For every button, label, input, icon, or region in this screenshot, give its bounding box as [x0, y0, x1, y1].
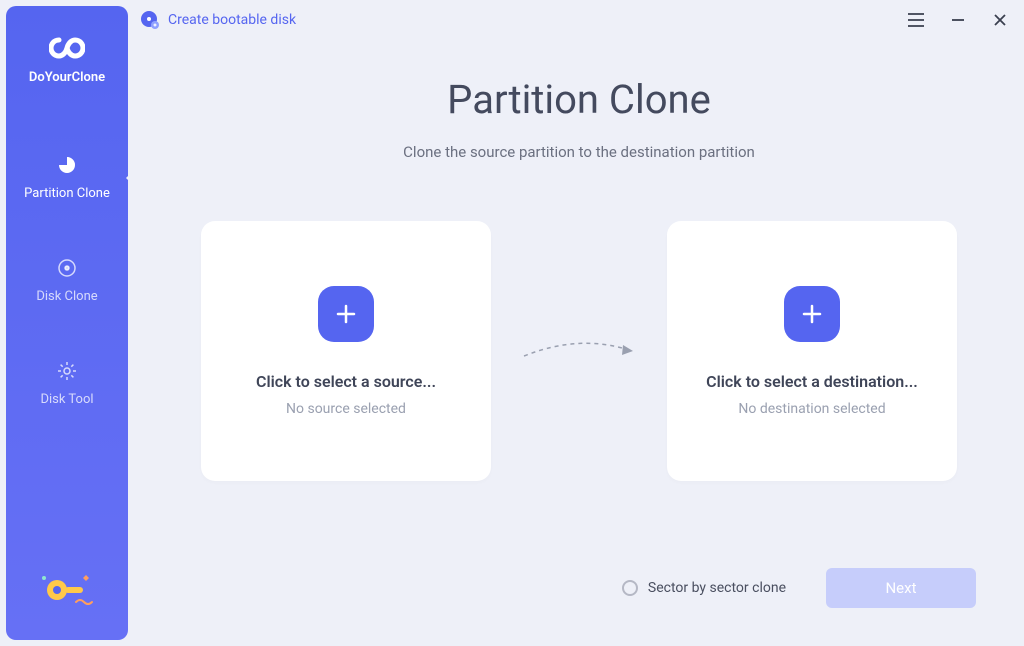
topbar: Create bootable disk [134, 0, 1024, 40]
plus-icon [784, 286, 840, 342]
source-card[interactable]: Click to select a source... No source se… [201, 221, 491, 481]
plus-icon [318, 286, 374, 342]
sidebar-item-label: Disk Clone [36, 289, 97, 304]
sidebar-promo-icon[interactable] [38, 572, 96, 612]
sector-option-label: Sector by sector clone [648, 580, 786, 596]
menu-icon[interactable] [906, 10, 926, 30]
minimize-icon[interactable] [948, 10, 968, 30]
close-icon[interactable] [990, 10, 1010, 30]
window-controls [906, 10, 1010, 30]
create-bootable-disk-link[interactable]: Create bootable disk [140, 10, 296, 30]
pie-chart-icon [56, 154, 78, 176]
sidebar-item-disk-tool[interactable]: Disk Tool [6, 346, 128, 421]
source-card-subtitle: No source selected [286, 401, 406, 417]
page-title: Partition Clone [447, 76, 711, 123]
app-name: DoYourClone [29, 70, 105, 85]
radio-icon [622, 580, 638, 596]
next-button[interactable]: Next [826, 568, 976, 608]
gear-icon [56, 360, 78, 382]
destination-card[interactable]: Click to select a destination... No dest… [667, 221, 957, 481]
footer-row: Sector by sector clone Next [134, 568, 1024, 608]
disk-scan-icon [56, 257, 78, 279]
sidebar-item-label: Partition Clone [24, 186, 110, 201]
destination-card-title: Click to select a destination... [706, 372, 918, 391]
logo-section: DoYourClone [29, 36, 105, 85]
main-content: Partition Clone Clone the source partiti… [134, 70, 1024, 646]
bootable-link-label: Create bootable disk [168, 12, 296, 28]
sector-by-sector-option[interactable]: Sector by sector clone [622, 580, 786, 596]
app-logo-icon [49, 36, 85, 60]
page-subtitle: Clone the source partition to the destin… [403, 143, 755, 161]
sidebar-item-label: Disk Tool [40, 392, 93, 407]
sidebar: DoYourClone Partition Clone Disk Clone D… [6, 6, 128, 640]
disk-icon [140, 10, 160, 30]
destination-card-subtitle: No destination selected [738, 401, 885, 417]
sidebar-item-disk-clone[interactable]: Disk Clone [6, 243, 128, 318]
cards-row: Click to select a source... No source se… [174, 221, 984, 481]
arrow-icon [519, 336, 639, 366]
sidebar-item-partition-clone[interactable]: Partition Clone [6, 140, 128, 215]
source-card-title: Click to select a source... [256, 372, 436, 391]
